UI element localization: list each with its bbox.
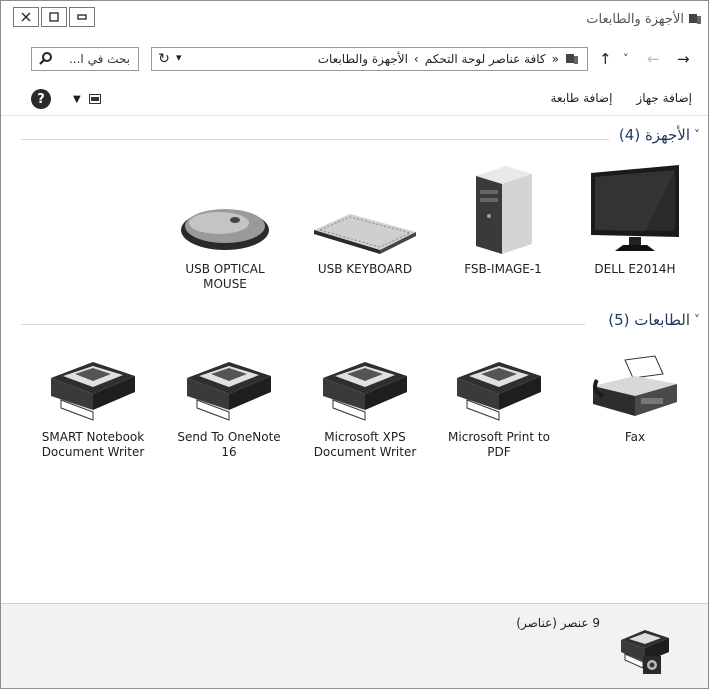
devices-printers-large-icon	[621, 630, 669, 674]
view-options-button[interactable]: ▼	[73, 94, 101, 105]
devices-section-title: الأجهزة (4)	[618, 126, 690, 144]
add-printer-button[interactable]: إضافة طابعة	[550, 91, 612, 105]
printer-icon	[323, 362, 407, 421]
fax-icon	[593, 355, 677, 416]
details-pane: 9 عنصر (عناصر)	[1, 603, 708, 688]
breadcrumb-overflow[interactable]: «	[552, 52, 559, 66]
breadcrumb-control-panel[interactable]: كافة عناصر لوحة التحكم	[425, 52, 546, 66]
view-icon	[88, 94, 101, 104]
restore-icon	[49, 12, 59, 22]
help-icon[interactable]: ?	[31, 89, 51, 109]
keyboard-icon	[314, 214, 416, 254]
window-controls	[13, 7, 97, 27]
close-icon	[21, 12, 31, 22]
device-label: FSB-IMAGE-1	[464, 262, 542, 276]
device-item[interactable]: DELL E2014H	[575, 156, 695, 277]
content-area: ˅ الأجهزة (4) DELL E2014H FSB-IMAGE-1 US…	[1, 115, 708, 603]
device-label: USB OPTICAL MOUSE	[185, 262, 265, 291]
devices-printers-window: الأجهزة والطابعات بحث في ا... ↻ ▾ « كافة…	[0, 0, 709, 689]
breadcrumb-current[interactable]: الأجهزة والطابعات	[318, 52, 408, 66]
computer-tower-icon	[476, 166, 532, 254]
search-icon	[39, 52, 52, 65]
printer-item[interactable]: Microsoft XPS Document Writer	[305, 324, 425, 460]
minimize-icon	[77, 14, 87, 20]
close-button[interactable]	[13, 7, 39, 27]
monitor-icon	[591, 165, 679, 251]
printer-item[interactable]: Fax	[575, 324, 695, 445]
printer-label: Fax	[624, 430, 646, 444]
printer-item[interactable]: SMART Notebook Document Writer	[33, 324, 153, 460]
minimize-button[interactable]	[69, 7, 95, 27]
item-count: 9 عنصر (عناصر)	[516, 616, 600, 630]
printer-icon	[457, 362, 541, 421]
refresh-icon[interactable]: ↻	[155, 50, 173, 68]
device-item[interactable]: FSB-IMAGE-1	[443, 156, 563, 277]
address-dropdown-icon[interactable]: ▾	[176, 51, 182, 64]
mouse-icon	[181, 209, 269, 250]
title-bar: الأجهزة والطابعات	[1, 1, 708, 39]
device-item[interactable]: USB KEYBOARD	[305, 156, 425, 277]
recent-dropdown-icon[interactable]: ˅	[623, 52, 629, 65]
search-placeholder: بحث في ا...	[68, 52, 130, 66]
printer-label: Microsoft Print to PDF	[448, 430, 550, 459]
device-item[interactable]: USB OPTICAL MOUSE	[165, 156, 285, 292]
printer-icon	[51, 362, 135, 421]
devices-section-header[interactable]: ˅ الأجهزة (4)	[619, 126, 700, 144]
back-button[interactable]: →	[677, 50, 690, 68]
device-label: DELL E2014H	[594, 262, 676, 276]
maximize-button[interactable]	[41, 7, 67, 27]
device-label: USB KEYBOARD	[317, 262, 413, 276]
printer-item[interactable]: Send To OneNote 16	[169, 324, 289, 460]
printer-label: Send To OneNote 16	[177, 430, 281, 459]
view-dropdown-icon: ▼	[73, 93, 81, 105]
printer-label: SMART Notebook Document Writer	[41, 430, 145, 459]
collapse-chevron-icon: ˅	[694, 128, 700, 142]
breadcrumb: « كافة عناصر لوحة التحكم › الأجهزة والطا…	[318, 52, 579, 66]
printer-label: Microsoft XPS Document Writer	[313, 430, 417, 459]
up-button[interactable]: ↑	[599, 50, 612, 68]
address-bar[interactable]: ↻ ▾ « كافة عناصر لوحة التحكم › الأجهزة و…	[151, 47, 588, 71]
window-title: الأجهزة والطابعات	[586, 12, 684, 27]
search-input[interactable]: بحث في ا...	[31, 47, 139, 71]
add-device-button[interactable]: إضافة جهاز	[636, 91, 692, 105]
section-divider	[21, 139, 609, 140]
printer-icon	[187, 362, 271, 421]
control-panel-icon	[566, 54, 578, 64]
forward-button[interactable]: ←	[647, 50, 660, 68]
printer-item[interactable]: Microsoft Print to PDF	[439, 324, 559, 460]
breadcrumb-separator: ›	[413, 52, 419, 66]
command-bar: إضافة جهاز إضافة طابعة ? ▼	[1, 85, 708, 115]
devices-printers-icon	[689, 14, 701, 24]
navigation-bar: بحث في ا... ↻ ▾ « كافة عناصر لوحة التحكم…	[1, 47, 708, 75]
